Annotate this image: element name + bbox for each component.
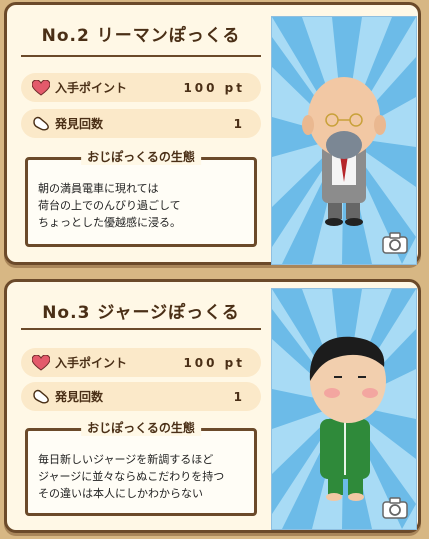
points-label: 入手ポイント xyxy=(55,356,128,370)
ecology-box: おじぽっくるの生態 毎日新しいジャージを新調するほど ジャージに並々ならぬこだわ… xyxy=(25,419,257,516)
collection-card-no3: No.3 ジャージぽっくる 入手ポイント 100 pt 発見回数 1 おじぽっく… xyxy=(4,279,421,533)
title-divider xyxy=(21,328,261,330)
title-divider xyxy=(21,55,261,57)
camera-icon[interactable] xyxy=(382,497,408,519)
count-value: 1 xyxy=(233,116,245,131)
heart-icon xyxy=(31,78,51,98)
character-title: No.3 ジャージぽっくる xyxy=(42,303,240,323)
points-row: 入手ポイント 100 pt xyxy=(21,348,261,377)
ecology-line: 荷台の上でのんびり過ごして xyxy=(38,199,181,212)
ecology-line: 朝の満員電車に現れては xyxy=(38,182,159,195)
count-row: 発見回数 1 xyxy=(21,109,261,138)
jersey-man-figure xyxy=(309,336,386,501)
ecology-line: ジャージに並々ならぬこだわりを持つ xyxy=(38,470,225,483)
footprint-icon xyxy=(31,387,51,407)
points-value: 100 pt xyxy=(183,355,245,370)
ecology-line: 毎日新しいジャージを新調するほど xyxy=(38,453,214,466)
ecology-text: 毎日新しいジャージを新調するほど ジャージに並々ならぬこだわりを持つ その違いは… xyxy=(38,451,246,502)
character-title: No.2 リーマンぽっくる xyxy=(41,26,241,46)
points-label: 入手ポイント xyxy=(55,81,128,95)
ecology-box: おじぽっくるの生態 朝の満員電車に現れては 荷台の上でのんびり過ごして ちょっと… xyxy=(25,148,257,247)
ecology-heading: おじぽっくるの生態 xyxy=(81,148,201,165)
count-row: 発見回数 1 xyxy=(21,382,261,411)
heart-icon xyxy=(31,353,51,373)
count-label: 発見回数 xyxy=(55,390,104,404)
ecology-heading: おじぽっくるの生態 xyxy=(81,419,201,436)
points-row: 入手ポイント 100 pt xyxy=(21,73,261,102)
camera-icon[interactable] xyxy=(382,232,408,254)
salaryman-figure xyxy=(302,77,386,226)
count-label: 発見回数 xyxy=(55,117,104,131)
character-portrait xyxy=(271,16,417,265)
character-portrait xyxy=(271,288,417,530)
ecology-line: その違いは本人にしかわからない xyxy=(38,487,203,500)
collection-card-no2: No.2 リーマンぽっくる 入手ポイント 100 pt 発見回数 1 おじぽっく… xyxy=(4,2,421,265)
ecology-text: 朝の満員電車に現れては 荷台の上でのんびり過ごして ちょっとした優越感に浸る。 xyxy=(38,180,246,231)
points-value: 100 pt xyxy=(183,80,245,95)
count-value: 1 xyxy=(233,389,245,404)
footprint-icon xyxy=(31,114,51,134)
ecology-line: ちょっとした優越感に浸る。 xyxy=(38,216,181,229)
